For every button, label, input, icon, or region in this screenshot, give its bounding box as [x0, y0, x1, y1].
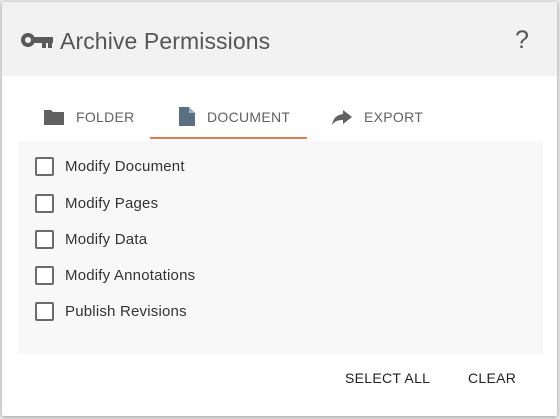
folder-icon	[44, 109, 64, 125]
archive-permissions-dialog: Archive Permissions ? FOLDER DOCUMENT EX…	[2, 2, 557, 416]
checkbox[interactable]	[35, 156, 54, 176]
option-label: Publish Revisions	[65, 302, 187, 320]
key-icon	[21, 33, 53, 48]
document-permissions-panel: Modify Document Modify Pages Modify Data…	[18, 141, 543, 354]
option-publish-revisions[interactable]: Publish Revisions	[35, 300, 187, 322]
clear-button[interactable]: CLEAR	[468, 370, 516, 386]
tab-folder-label: FOLDER	[76, 108, 135, 125]
tab-export-label: EXPORT	[364, 108, 424, 125]
option-modify-annotations[interactable]: Modify Annotations	[35, 264, 195, 286]
option-label: Modify Document	[65, 157, 185, 175]
dialog-title: Archive Permissions	[60, 28, 271, 54]
tab-document[interactable]: DOCUMENT	[150, 92, 307, 141]
checkbox[interactable]	[35, 301, 54, 321]
tab-document-label: DOCUMENT	[207, 108, 291, 125]
permission-tabs: FOLDER DOCUMENT EXPORT	[2, 92, 557, 141]
dialog-header: Archive Permissions ?	[2, 2, 557, 76]
share-arrow-icon	[332, 109, 352, 125]
option-label: Modify Pages	[65, 194, 159, 212]
help-button[interactable]: ?	[515, 26, 529, 55]
option-label: Modify Data	[65, 230, 148, 248]
option-modify-document[interactable]: Modify Document	[35, 155, 185, 177]
option-label: Modify Annotations	[65, 266, 196, 284]
active-tab-indicator	[150, 137, 307, 139]
option-modify-pages[interactable]: Modify Pages	[35, 192, 158, 214]
checkbox[interactable]	[35, 193, 54, 213]
checkbox[interactable]	[35, 229, 54, 249]
document-icon	[179, 107, 195, 126]
tab-folder[interactable]: FOLDER	[43, 92, 135, 141]
checkbox[interactable]	[35, 265, 54, 285]
tab-export[interactable]: EXPORT	[331, 92, 423, 141]
option-modify-data[interactable]: Modify Data	[35, 228, 147, 250]
select-all-button[interactable]: SELECT ALL	[345, 370, 430, 386]
